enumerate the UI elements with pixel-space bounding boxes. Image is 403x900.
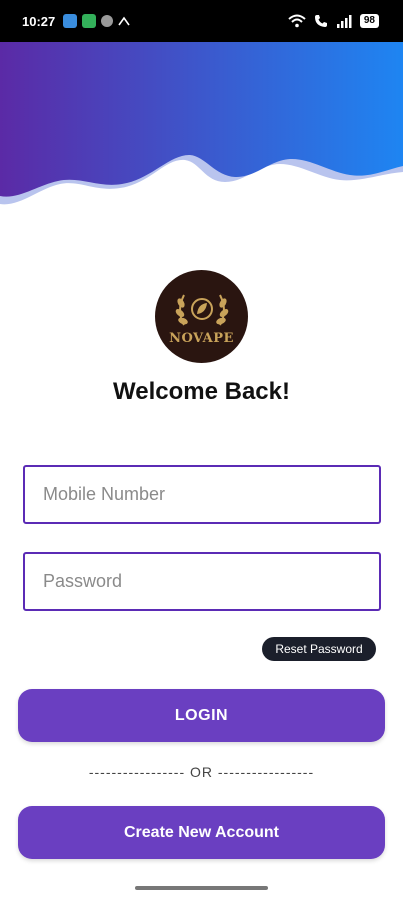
wifi-icon bbox=[288, 14, 306, 28]
notification-blue-icon bbox=[63, 14, 78, 28]
status-right: 98 bbox=[288, 14, 379, 28]
home-indicator[interactable] bbox=[135, 886, 268, 890]
call-icon bbox=[314, 15, 327, 27]
password-field[interactable] bbox=[23, 552, 381, 611]
brand-name: NOVAPE bbox=[169, 331, 234, 346]
signal-icon bbox=[336, 15, 352, 28]
clock: 10:27 bbox=[22, 13, 56, 29]
laurel-leaf-icon bbox=[175, 294, 228, 326]
header-wave bbox=[0, 42, 403, 205]
mobile-number-input[interactable] bbox=[43, 467, 379, 522]
password-input[interactable] bbox=[43, 554, 379, 609]
welcome-heading: Welcome Back! bbox=[113, 378, 290, 405]
mobile-number-field[interactable] bbox=[23, 465, 381, 524]
notification-green-icon bbox=[82, 14, 97, 28]
notification-grey-icon bbox=[101, 15, 114, 27]
or-divider: ----------------- OR ----------------- bbox=[88, 764, 315, 780]
battery-indicator: 98 bbox=[359, 14, 379, 28]
data-icon bbox=[118, 16, 130, 26]
login-button[interactable]: LOGIN bbox=[18, 689, 385, 742]
brand-logo: NOVAPE bbox=[155, 270, 248, 363]
notification-icons bbox=[63, 14, 130, 28]
status-left: 10:27 bbox=[22, 14, 130, 29]
status-bar: 10:27 98 bbox=[0, 0, 403, 42]
create-account-button[interactable]: Create New Account bbox=[18, 806, 385, 859]
reset-password-button[interactable]: Reset Password bbox=[262, 637, 376, 661]
